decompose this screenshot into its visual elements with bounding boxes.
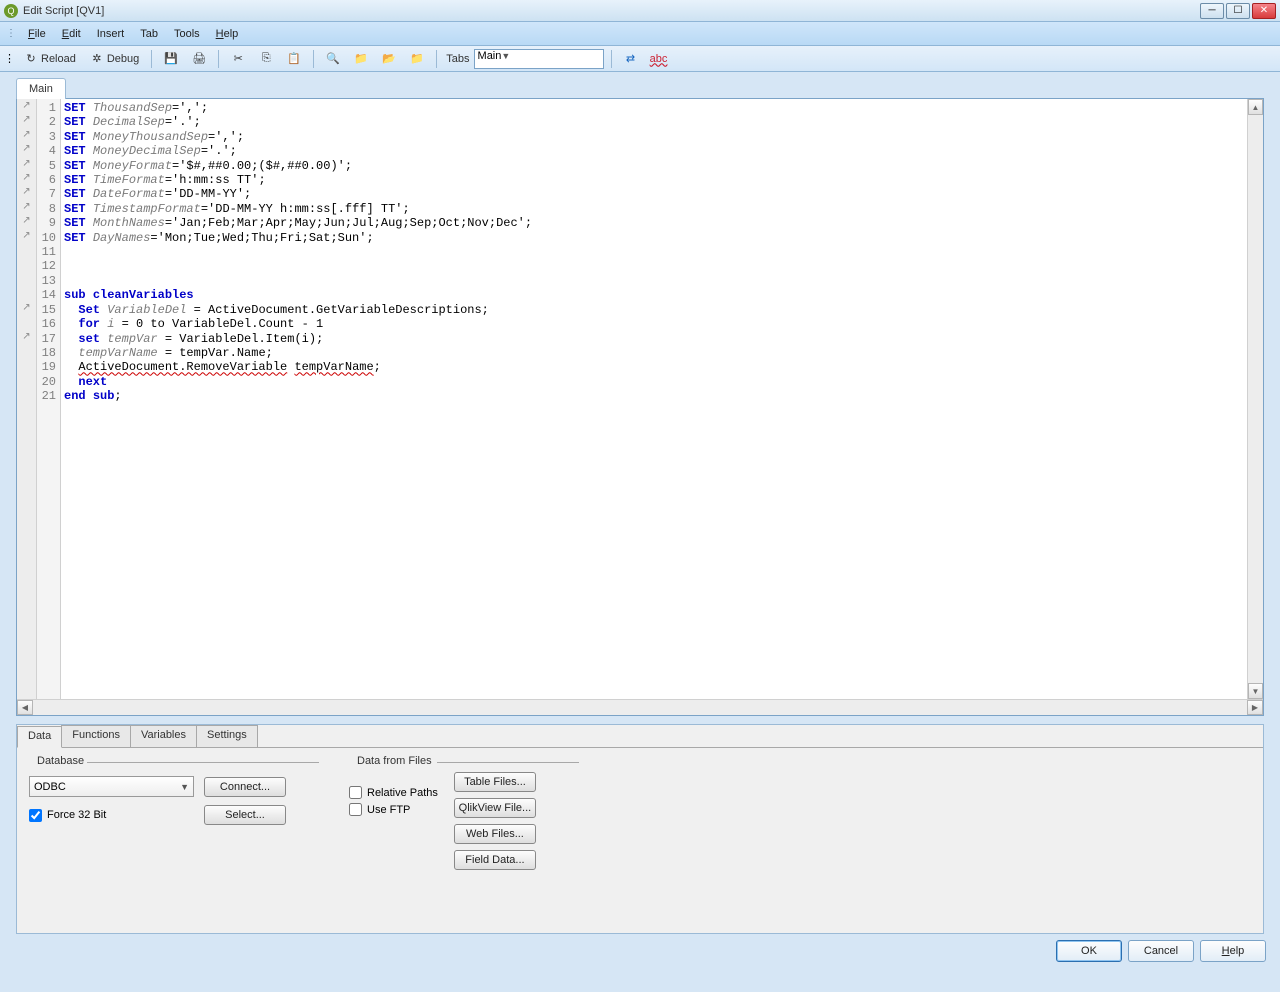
debug-button[interactable]: ✲Debug xyxy=(85,49,144,69)
menu-file[interactable]: File xyxy=(20,25,54,43)
toolbar-grip-icon: ⋮ xyxy=(4,52,15,65)
tabs-label: Tabs xyxy=(446,53,469,65)
toolbar-separator xyxy=(151,50,152,68)
print-icon: 🖨 xyxy=(192,52,206,66)
link-icon: ⇄ xyxy=(624,52,638,66)
table-files-button[interactable]: Table Files... xyxy=(454,772,536,792)
find-button[interactable]: 🔍 xyxy=(321,49,345,69)
database-label: Database xyxy=(33,755,88,767)
tool-misc1-button[interactable]: ⇄ xyxy=(619,49,643,69)
bug-icon: ✲ xyxy=(90,52,104,66)
bottom-tabstrip: Data Functions Variables Settings xyxy=(17,725,1263,747)
connect-button[interactable]: Connect... xyxy=(204,777,286,797)
datafiles-label: Data from Files xyxy=(353,755,436,767)
force-32bit-label: Force 32 Bit xyxy=(47,809,106,821)
scroll-left-icon[interactable]: ◀ xyxy=(17,700,33,715)
app-icon: Q xyxy=(4,4,18,18)
relative-paths-checkbox[interactable]: Relative Paths xyxy=(349,786,438,799)
ok-button[interactable]: OK xyxy=(1056,940,1122,962)
save-button[interactable]: 💾 xyxy=(159,49,183,69)
script-editor: ↗↗↗↗↗↗↗↗↗↗ ↗ ↗ 1234567891011121314151617… xyxy=(16,98,1264,716)
relative-paths-input[interactable] xyxy=(349,786,362,799)
database-driver-value: ODBC xyxy=(34,781,66,793)
field-data-button[interactable]: Field Data... xyxy=(454,850,536,870)
debug-label: Debug xyxy=(107,53,139,65)
menubar-grip-icon: ⋮ xyxy=(6,28,16,39)
force-32bit-input[interactable] xyxy=(29,809,42,822)
tab-main[interactable]: Main xyxy=(16,78,66,99)
scroll-up-icon[interactable]: ▲ xyxy=(1248,99,1263,115)
tab-functions[interactable]: Functions xyxy=(61,725,131,747)
linenumber-gutter: 123456789101112131415161718192021 xyxy=(37,99,61,699)
database-driver-select[interactable]: ODBC ▼ xyxy=(29,776,194,797)
squiggle-icon: abc xyxy=(652,52,666,66)
tab-variables[interactable]: Variables xyxy=(130,725,197,747)
tabs-select[interactable]: Main▼ xyxy=(474,49,604,69)
minimize-button[interactable]: ─ xyxy=(1200,3,1224,19)
toolbar-separator xyxy=(313,50,314,68)
toolbar: ⋮ ↻Reload ✲Debug 💾 🖨 ✂ ⎘ 📋 🔍 📁 📂 📁 Tabs … xyxy=(0,46,1280,72)
toolbar-separator xyxy=(611,50,612,68)
script-tabstrip: Main xyxy=(0,72,1280,98)
relative-paths-label: Relative Paths xyxy=(367,787,438,799)
search-icon: 🔍 xyxy=(326,52,340,66)
open-folder-button[interactable]: 📁 xyxy=(349,49,373,69)
tool-misc2-button[interactable]: abc xyxy=(647,49,671,69)
force-32bit-checkbox[interactable]: Force 32 Bit xyxy=(29,809,194,822)
use-ftp-checkbox[interactable]: Use FTP xyxy=(349,803,438,816)
open-folder3-button[interactable]: 📁 xyxy=(405,49,429,69)
folder-icon: 📁 xyxy=(410,52,424,66)
menu-edit[interactable]: Edit xyxy=(54,25,89,43)
print-button[interactable]: 🖨 xyxy=(187,49,211,69)
menu-insert[interactable]: Insert xyxy=(89,25,133,43)
chevron-down-icon: ▼ xyxy=(180,782,189,792)
datafiles-group: Data from Files Relative Paths Use FTP T… xyxy=(349,764,579,923)
reload-button[interactable]: ↻Reload xyxy=(19,49,81,69)
toolbar-separator xyxy=(436,50,437,68)
folder-icon: 📂 xyxy=(382,52,396,66)
save-icon: 💾 xyxy=(164,52,178,66)
maximize-button[interactable]: ☐ xyxy=(1226,3,1250,19)
bookmark-gutter[interactable]: ↗↗↗↗↗↗↗↗↗↗ ↗ ↗ xyxy=(17,99,37,699)
menu-tab[interactable]: Tab xyxy=(132,25,166,43)
dialog-buttons: OK Cancel Help xyxy=(0,934,1280,962)
use-ftp-input[interactable] xyxy=(349,803,362,816)
bottom-panel: Data Functions Variables Settings Databa… xyxy=(16,724,1264,934)
open-folder2-button[interactable]: 📂 xyxy=(377,49,401,69)
horizontal-scrollbar[interactable]: ◀ ▶ xyxy=(17,699,1263,715)
toolbar-separator xyxy=(218,50,219,68)
copy-button[interactable]: ⎘ xyxy=(254,49,278,69)
scroll-right-icon[interactable]: ▶ xyxy=(1247,700,1263,715)
tab-settings[interactable]: Settings xyxy=(196,725,258,747)
folder-icon: 📁 xyxy=(354,52,368,66)
reload-icon: ↻ xyxy=(24,52,38,66)
reload-label: Reload xyxy=(41,53,76,65)
paste-icon: 📋 xyxy=(287,52,301,66)
window-title: Edit Script [QV1] xyxy=(23,5,1200,17)
select-button[interactable]: Select... xyxy=(204,805,286,825)
menubar: ⋮ File Edit Insert Tab Tools Help xyxy=(0,22,1280,46)
cut-button[interactable]: ✂ xyxy=(226,49,250,69)
copy-icon: ⎘ xyxy=(259,52,273,66)
code-area[interactable]: SET ThousandSep=',';SET DecimalSep='.';S… xyxy=(61,99,1247,699)
help-button[interactable]: Help xyxy=(1200,940,1266,962)
qlikview-file-button[interactable]: QlikView File... xyxy=(454,798,536,818)
titlebar: Q Edit Script [QV1] ─ ☐ ✕ xyxy=(0,0,1280,22)
tab-data[interactable]: Data xyxy=(17,726,62,748)
tabs-select-value: Main xyxy=(478,50,502,62)
cancel-button[interactable]: Cancel xyxy=(1128,940,1194,962)
vertical-scrollbar[interactable]: ▲ ▼ xyxy=(1247,99,1263,699)
database-group: Database ODBC ▼ Connect... Force 32 Bit … xyxy=(29,764,319,923)
menu-tools[interactable]: Tools xyxy=(166,25,208,43)
use-ftp-label: Use FTP xyxy=(367,804,410,816)
paste-button[interactable]: 📋 xyxy=(282,49,306,69)
cut-icon: ✂ xyxy=(231,52,245,66)
web-files-button[interactable]: Web Files... xyxy=(454,824,536,844)
close-button[interactable]: ✕ xyxy=(1252,3,1276,19)
scroll-down-icon[interactable]: ▼ xyxy=(1248,683,1263,699)
menu-help[interactable]: Help xyxy=(208,25,247,43)
